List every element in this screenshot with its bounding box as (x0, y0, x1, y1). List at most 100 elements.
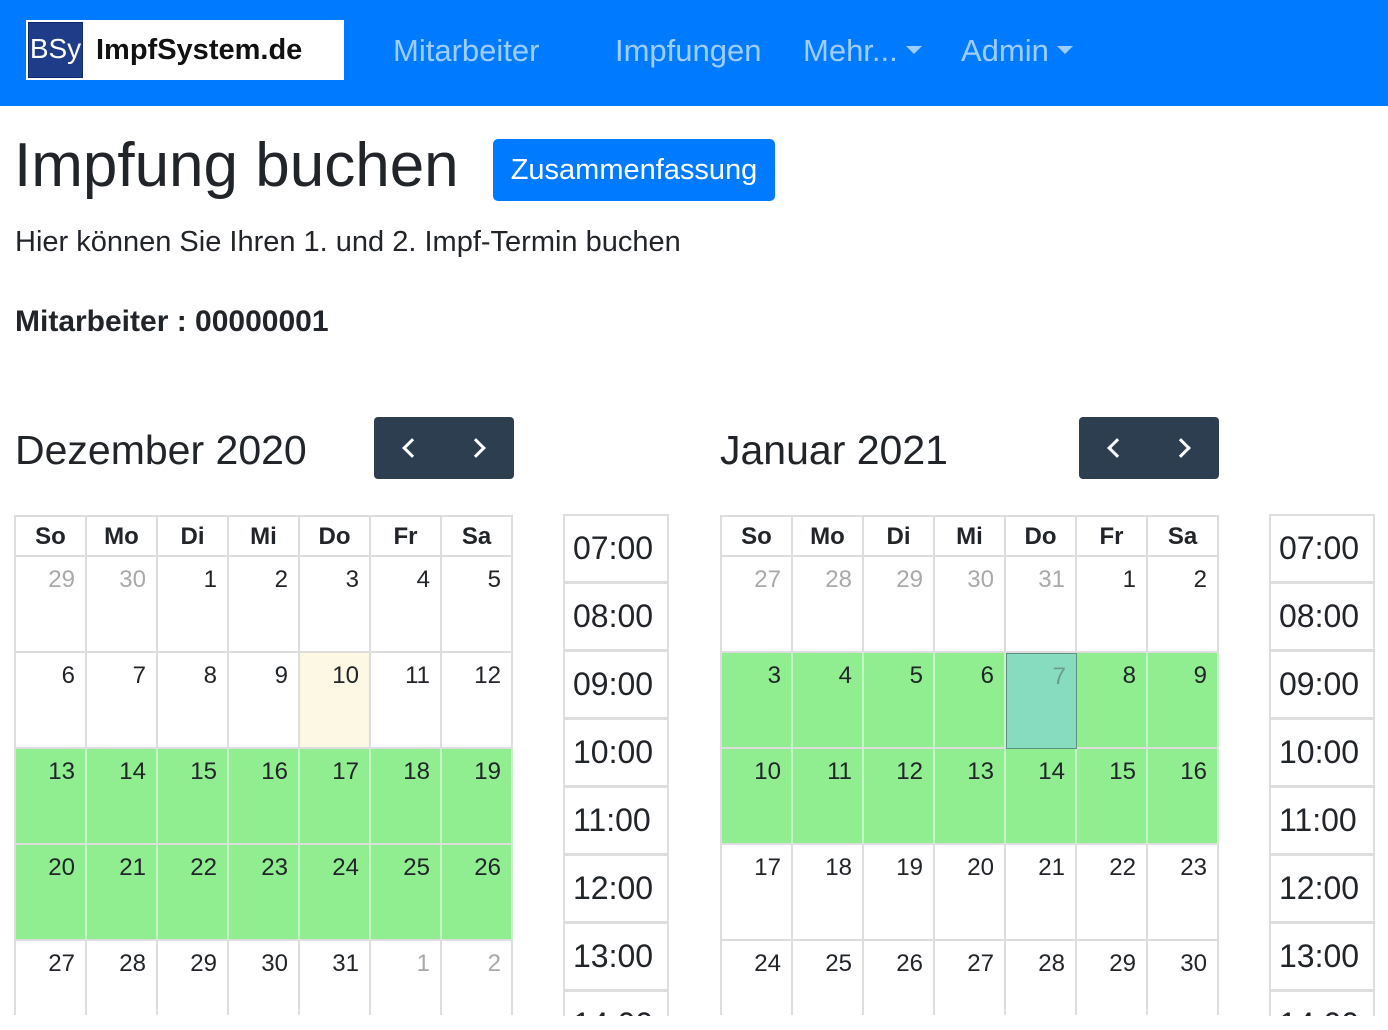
calendar-day-cell[interactable]: 27 (935, 941, 1006, 1015)
prev-month-button[interactable] (374, 417, 444, 479)
calendar-day-cell[interactable]: 22 (158, 845, 229, 941)
calendar-day-cell[interactable]: 28 (87, 941, 158, 1015)
calendar-day-cell[interactable]: 28 (1006, 941, 1077, 1015)
calendar-day-cell[interactable]: 6 (935, 653, 1006, 749)
calendar-day-cell[interactable]: 25 (793, 941, 864, 1015)
calendar-day-cell[interactable]: 21 (1006, 845, 1077, 941)
calendar-day-cell[interactable]: 15 (1077, 749, 1148, 845)
weekday-header: Di (864, 517, 935, 557)
nav-item-impfungen[interactable]: Impfungen (615, 26, 762, 76)
time-slot[interactable]: 13:00 (565, 924, 667, 992)
weekday-header-row: So Mo Di Mi Do Fr Sa (16, 517, 513, 557)
calendar-day-cell[interactable]: 16 (229, 749, 300, 845)
calendar-day-cell[interactable]: 30 (229, 941, 300, 1015)
calendar-day-cell[interactable]: 8 (1077, 653, 1148, 749)
calendar-day-cell[interactable]: 10 (722, 749, 793, 845)
calendar-day-cell[interactable]: 24 (722, 941, 793, 1015)
time-slot[interactable]: 11:00 (1271, 788, 1373, 856)
summary-button[interactable]: Zusammenfassung (493, 139, 775, 201)
calendar-day-cell[interactable]: 10 (300, 653, 371, 749)
calendar-day-cell[interactable]: 23 (229, 845, 300, 941)
calendar-day-cell[interactable]: 2 (442, 941, 513, 1015)
calendar-day-cell[interactable]: 29 (1077, 941, 1148, 1015)
nav-item-mitarbeiter[interactable]: Mitarbeiter (393, 26, 539, 76)
calendar-day-cell[interactable]: 26 (864, 941, 935, 1015)
calendar-day-cell[interactable]: 8 (158, 653, 229, 749)
calendar-day-cell[interactable]: 29 (864, 557, 935, 653)
calendar-day-cell[interactable]: 6 (16, 653, 87, 749)
calendar-day-cell[interactable]: 27 (722, 557, 793, 653)
calendar-day-cell[interactable]: 15 (158, 749, 229, 845)
nav-item-admin-dropdown[interactable]: Admin (961, 26, 1073, 76)
calendar-day-cell[interactable]: 4 (371, 557, 442, 653)
weekday-header: Sa (442, 517, 513, 557)
time-slot[interactable]: 07:00 (565, 516, 667, 584)
calendar-day-cell[interactable]: 30 (87, 557, 158, 653)
time-slot[interactable]: 08:00 (1271, 584, 1373, 652)
time-slot[interactable]: 10:00 (1271, 720, 1373, 788)
calendar-day-cell[interactable]: 19 (442, 749, 513, 845)
calendar-day-cell[interactable]: 2 (1148, 557, 1219, 653)
calendar-day-cell[interactable]: 5 (442, 557, 513, 653)
calendar-day-cell[interactable]: 22 (1077, 845, 1148, 941)
time-slot[interactable]: 09:00 (565, 652, 667, 720)
calendar-day-cell[interactable]: 14 (1006, 749, 1077, 845)
calendar-day-cell[interactable]: 25 (371, 845, 442, 941)
calendar-day-cell[interactable]: 13 (16, 749, 87, 845)
calendar-day-cell[interactable]: 29 (16, 557, 87, 653)
calendar-day-cell[interactable]: 13 (935, 749, 1006, 845)
calendar-day-cell[interactable]: 21 (87, 845, 158, 941)
calendar-day-cell[interactable]: 7 (87, 653, 158, 749)
next-month-button[interactable] (444, 417, 514, 479)
calendar-day-cell[interactable]: 7 (1006, 653, 1077, 749)
calendar-day-cell[interactable]: 1 (371, 941, 442, 1015)
calendar-day-cell[interactable]: 19 (864, 845, 935, 941)
next-month-button[interactable] (1149, 417, 1219, 479)
time-slot[interactable]: 12:00 (565, 856, 667, 924)
calendar-day-cell[interactable]: 16 (1148, 749, 1219, 845)
time-slot[interactable]: 12:00 (1271, 856, 1373, 924)
calendar-day-cell[interactable]: 18 (793, 845, 864, 941)
calendar-day-cell[interactable]: 29 (158, 941, 229, 1015)
calendar-day-cell[interactable]: 2 (229, 557, 300, 653)
calendar-day-cell[interactable]: 26 (442, 845, 513, 941)
calendar-day-cell[interactable]: 1 (158, 557, 229, 653)
calendar-day-cell[interactable]: 31 (1006, 557, 1077, 653)
calendar-day-cell[interactable]: 3 (722, 653, 793, 749)
time-slot[interactable]: 14:00 (1271, 992, 1373, 1016)
time-slot[interactable]: 10:00 (565, 720, 667, 788)
calendar-day-cell[interactable]: 31 (300, 941, 371, 1015)
calendar-day-cell[interactable]: 27 (16, 941, 87, 1015)
calendar-day-cell[interactable]: 17 (722, 845, 793, 941)
calendar-day-cell[interactable]: 11 (371, 653, 442, 749)
time-slot[interactable]: 14:00 (565, 992, 667, 1016)
calendar-day-cell[interactable]: 9 (1148, 653, 1219, 749)
calendar-day-cell[interactable]: 20 (16, 845, 87, 941)
nav-item-mehr-dropdown[interactable]: Mehr... (803, 26, 922, 76)
calendar-day-cell[interactable]: 12 (442, 653, 513, 749)
calendar-day-cell[interactable]: 28 (793, 557, 864, 653)
calendar-day-cell[interactable]: 23 (1148, 845, 1219, 941)
calendar-day-cell[interactable]: 1 (1077, 557, 1148, 653)
time-slot[interactable]: 11:00 (565, 788, 667, 856)
calendar-day-cell[interactable]: 4 (793, 653, 864, 749)
calendar-day-cell[interactable]: 20 (935, 845, 1006, 941)
calendar-day-cell[interactable]: 18 (371, 749, 442, 845)
calendar-day-cell[interactable]: 14 (87, 749, 158, 845)
calendar-day-cell[interactable]: 30 (935, 557, 1006, 653)
brand-logo[interactable]: BSy ImpfSystem.de (26, 20, 344, 80)
time-slot[interactable]: 07:00 (1271, 516, 1373, 584)
time-slot[interactable]: 09:00 (1271, 652, 1373, 720)
time-slot[interactable]: 13:00 (1271, 924, 1373, 992)
prev-month-button[interactable] (1079, 417, 1149, 479)
calendar-day-cell[interactable]: 12 (864, 749, 935, 845)
calendar-day-cell[interactable]: 9 (229, 653, 300, 749)
chevron-right-icon (1171, 438, 1191, 458)
calendar-day-cell[interactable]: 24 (300, 845, 371, 941)
time-slot[interactable]: 08:00 (565, 584, 667, 652)
calendar-day-cell[interactable]: 17 (300, 749, 371, 845)
calendar-day-cell[interactable]: 5 (864, 653, 935, 749)
calendar-day-cell[interactable]: 3 (300, 557, 371, 653)
calendar-day-cell[interactable]: 30 (1148, 941, 1219, 1015)
calendar-day-cell[interactable]: 11 (793, 749, 864, 845)
